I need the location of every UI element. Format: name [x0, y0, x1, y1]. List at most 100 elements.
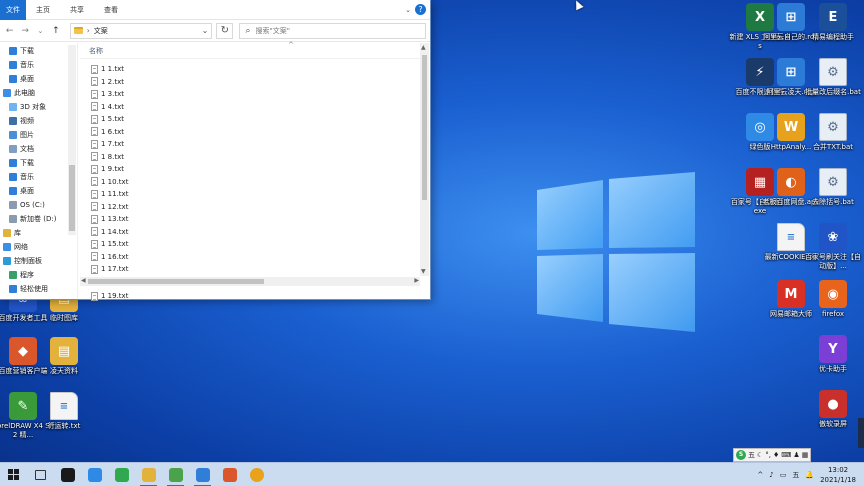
nav-item[interactable]: 程序: [0, 268, 77, 282]
column-header-name[interactable]: 名称 ^: [80, 41, 430, 59]
nav-item[interactable]: 音乐: [0, 170, 77, 184]
file-row[interactable]: 1 9.txt: [80, 163, 420, 176]
vertical-scrollbar-thumb[interactable]: [422, 55, 427, 200]
up-arrow-icon[interactable]: ↑: [50, 26, 61, 36]
help-icon[interactable]: ?: [415, 4, 426, 15]
nav-item[interactable]: 图片: [0, 128, 77, 142]
ime-keyboard-icon[interactable]: ⌨: [781, 451, 791, 459]
ribbon-tab-share[interactable]: 共享: [60, 0, 94, 20]
nav-item[interactable]: 库: [0, 226, 77, 240]
file-row[interactable]: 1 15.txt: [80, 238, 420, 251]
file-row[interactable]: 1 19.txt: [80, 290, 128, 303]
nav-item[interactable]: 音乐: [0, 58, 77, 72]
breadcrumb-current[interactable]: 文案: [94, 26, 108, 36]
file-row[interactable]: 1 17.txt: [80, 263, 420, 276]
scroll-up-icon[interactable]: ▲: [421, 44, 426, 51]
taskbar-button[interactable]: [108, 463, 135, 486]
file-row[interactable]: 1 14.txt: [80, 226, 420, 239]
file-row[interactable]: 1 13.txt: [80, 213, 420, 226]
nav-item[interactable]: 视频: [0, 114, 77, 128]
file-row[interactable]: 1 7.txt: [80, 138, 420, 151]
back-arrow-icon[interactable]: ←: [4, 26, 15, 36]
file-row[interactable]: 1 2.txt: [80, 76, 420, 89]
side-panel-handle[interactable]: [858, 418, 864, 448]
taskbar-button[interactable]: [162, 463, 189, 486]
taskbar-button[interactable]: [135, 463, 162, 486]
desktop-shortcut[interactable]: ⚙ 批量改后缀名.bat: [802, 58, 864, 97]
scroll-down-icon[interactable]: ▼: [421, 268, 426, 275]
file-row[interactable]: 1 3.txt: [80, 88, 420, 101]
file-row[interactable]: 1 8.txt: [80, 151, 420, 164]
nav-item[interactable]: 新加卷 (D:): [0, 212, 77, 226]
address-dropdown-icon[interactable]: ⌄: [202, 26, 209, 35]
notification-icon[interactable]: 🔔: [805, 471, 814, 479]
ime-user-icon[interactable]: ♟: [793, 451, 799, 459]
desktop-shortcut[interactable]: E 精易编程助手: [802, 3, 864, 42]
nav-item[interactable]: 文档: [0, 142, 77, 156]
file-row[interactable]: 1 6.txt: [80, 126, 420, 139]
nav-item[interactable]: 桌面: [0, 72, 77, 86]
ime-toolbar[interactable]: S 五 ☾ °, ♦ ⌨ ♟ ▦: [733, 448, 812, 462]
file-explorer-window[interactable]: 文件 主页 共享 查看 ⌄ ? ← → ⌄ ↑ › 文案 ⌄ ↻ ⌕ 下载音乐桌…: [0, 0, 431, 303]
taskbar-button[interactable]: [0, 463, 27, 486]
nav-item[interactable]: 轻松使用: [0, 282, 77, 296]
nav-item[interactable]: 控制面板: [0, 254, 77, 268]
ribbon-tab-file[interactable]: 文件: [0, 0, 26, 20]
taskbar-button[interactable]: [54, 463, 81, 486]
taskbar-button[interactable]: [243, 463, 270, 486]
forward-arrow-icon[interactable]: →: [19, 26, 30, 36]
search-input[interactable]: [255, 26, 406, 35]
ribbon-tab-view[interactable]: 查看: [94, 0, 128, 20]
file-row[interactable]: 1 16.txt: [80, 251, 420, 264]
ime-grid-icon[interactable]: ▦: [802, 451, 809, 459]
file-row[interactable]: 1 1.txt: [80, 63, 420, 76]
horizontal-scrollbar-thumb[interactable]: [88, 279, 264, 284]
ime-punct-icon[interactable]: °,: [765, 451, 771, 459]
taskbar-button[interactable]: [81, 463, 108, 486]
nav-item[interactable]: OS (C:): [0, 198, 77, 212]
ime-mic-icon[interactable]: ♦: [773, 451, 779, 459]
desktop-shortcut[interactable]: ≡ 行运转.txt: [33, 392, 95, 431]
file-row[interactable]: 1 5.txt: [80, 113, 420, 126]
file-row[interactable]: 1 4.txt: [80, 101, 420, 114]
nav-item[interactable]: 下载: [0, 156, 77, 170]
horizontal-scrollbar[interactable]: ◀ ▶: [80, 277, 420, 286]
taskbar-button[interactable]: [189, 463, 216, 486]
desktop-shortcut[interactable]: ⚙ 去除括号.bat: [802, 168, 864, 207]
battery-icon[interactable]: ▭: [780, 471, 787, 479]
refresh-icon[interactable]: ↻: [216, 22, 234, 39]
volume-icon[interactable]: ♪: [769, 471, 773, 479]
search-box[interactable]: ⌕: [239, 22, 427, 39]
ime-mode-label[interactable]: 五: [748, 450, 755, 460]
nav-item-label: 程序: [20, 271, 34, 279]
scroll-right-icon[interactable]: ▶: [414, 277, 419, 284]
clock[interactable]: 13:02 2021/1/18: [820, 465, 856, 485]
nav-item[interactable]: 桌面: [0, 184, 77, 198]
tray-overflow-icon[interactable]: ^: [757, 471, 763, 479]
file-row[interactable]: 1 10.txt: [80, 176, 420, 189]
taskbar-button[interactable]: [27, 463, 54, 486]
ribbon-tab-home[interactable]: 主页: [26, 0, 60, 20]
nav-item[interactable]: 网络: [0, 240, 77, 254]
nav-item[interactable]: 3D 对象: [0, 100, 77, 114]
nav-scrollbar-thumb[interactable]: [69, 165, 75, 231]
desktop-shortcut[interactable]: ▤ 凌天资料: [33, 337, 95, 376]
ribbon-collapse-icon[interactable]: ⌄: [401, 6, 415, 14]
nav-item[interactable]: 下载: [0, 44, 77, 58]
desktop-shortcut[interactable]: ● 傲软录屏: [802, 390, 864, 429]
scroll-left-icon[interactable]: ◀: [81, 277, 86, 284]
desktop-shortcut[interactable]: Y 优卡助手: [802, 335, 864, 374]
ime-moon-icon[interactable]: ☾: [757, 451, 763, 459]
desktop-shortcut[interactable]: ⚙ 合并TXT.bat: [802, 113, 864, 152]
nav-scrollbar[interactable]: [68, 45, 76, 235]
file-row[interactable]: 1 12.txt: [80, 201, 420, 214]
nav-item[interactable]: 此电脑: [0, 86, 77, 100]
desktop-shortcut[interactable]: ❀ 百家号刷关注【自动版】...: [802, 223, 864, 271]
ime-tray-label[interactable]: 五: [792, 470, 799, 480]
desktop-shortcut[interactable]: ◉ firefox: [802, 280, 864, 319]
file-row[interactable]: 1 11.txt: [80, 188, 420, 201]
address-bar[interactable]: › 文案 ⌄: [69, 22, 213, 39]
recent-locations-icon[interactable]: ⌄: [35, 27, 46, 35]
taskbar-button[interactable]: [216, 463, 243, 486]
vertical-scrollbar[interactable]: ▲ ▼: [420, 43, 429, 276]
